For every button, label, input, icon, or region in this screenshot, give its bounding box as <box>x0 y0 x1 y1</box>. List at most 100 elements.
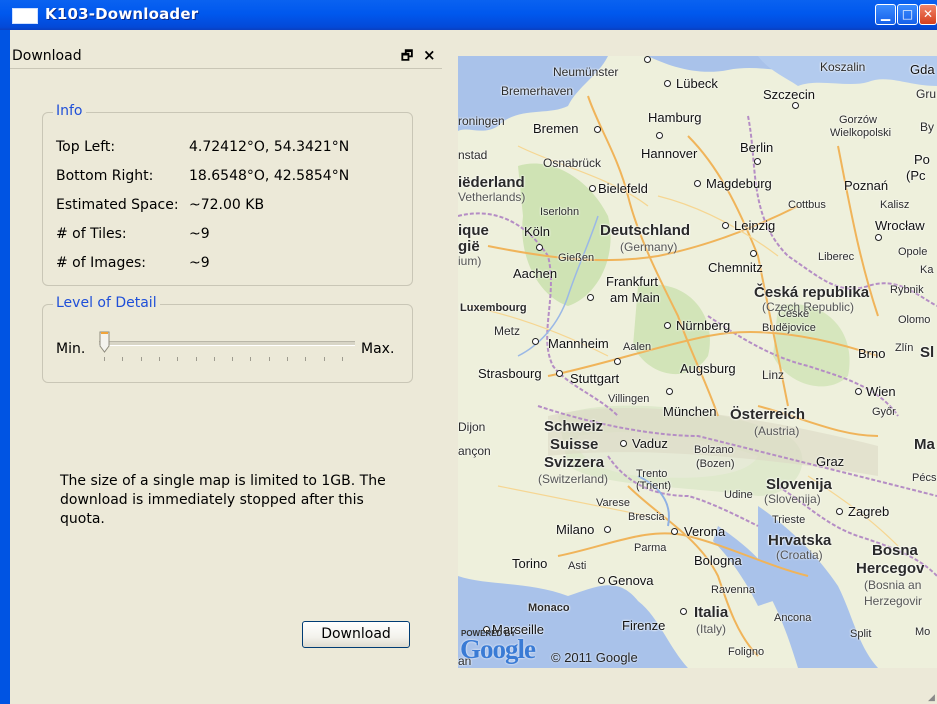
map-city: Szczecin <box>763 87 816 102</box>
map-city: Poznań <box>844 178 889 193</box>
country-label: Hrvatska <box>768 532 832 549</box>
map-label: gië <box>458 238 480 255</box>
map-city: (Pc <box>906 168 926 183</box>
map-city: Trento <box>636 468 668 480</box>
country-label: Česká republika <box>754 284 870 301</box>
estimated-space-value: ~72.00 KB <box>189 197 265 213</box>
map-city: Gießen <box>558 252 595 264</box>
city-marker <box>644 56 651 63</box>
detail-slider-track[interactable] <box>99 341 355 346</box>
country-label: Deutschland <box>600 222 691 239</box>
map-city: Vaduz <box>632 436 668 451</box>
map-city: Iserlohn <box>540 206 580 218</box>
city-marker <box>536 244 543 251</box>
slider-tick <box>232 357 234 361</box>
dock-title-bar[interactable]: Download 🗗 × <box>10 46 442 69</box>
top-left-label: Top Left: <box>56 139 116 155</box>
app-icon <box>12 8 38 24</box>
map-city: Monaco <box>528 602 570 614</box>
country-label: Luxembourg <box>460 302 527 314</box>
country-sub-label: (Bosnia an <box>864 578 922 592</box>
images-label: # of Images: <box>56 255 146 271</box>
map-city: Frankfurt <box>606 274 659 289</box>
map-label: Ma <box>914 436 935 453</box>
resize-grip-icon[interactable]: ◢ <box>928 693 937 703</box>
minimize-button[interactable]: ▁ <box>875 4 896 25</box>
title-bar[interactable]: K103-Downloader ▁ □ ✕ <box>0 0 937 30</box>
minimize-icon: ▁ <box>880 7 891 21</box>
map-city: Leipzig <box>734 218 776 233</box>
slider-tick <box>287 357 288 361</box>
country-label: iëderland <box>458 174 525 191</box>
country-label: Hercegov <box>856 560 925 577</box>
map-city: München <box>663 404 717 419</box>
slider-tick <box>341 357 343 361</box>
slider-tick <box>213 357 215 361</box>
map-attribution: © 2011 Google <box>551 650 638 665</box>
map-city: Magdeburg <box>706 176 772 191</box>
bottom-right-label: Bottom Right: <box>56 168 154 184</box>
map-city: Budějovice <box>762 322 816 334</box>
map-city: Bielefeld <box>598 181 648 196</box>
map-city: (Bozen) <box>696 458 735 470</box>
map-city: By <box>920 120 935 134</box>
map-label: ium) <box>458 254 482 268</box>
map-city: Linz <box>762 368 785 382</box>
level-of-detail-group: Level of Detail Min. Max. <box>42 295 413 383</box>
map-city: Aachen <box>513 266 558 281</box>
map-city: Torino <box>512 556 548 571</box>
map-city: Chemnitz <box>708 260 763 275</box>
map-city: Hannover <box>641 146 698 161</box>
map-city: Parma <box>634 542 667 554</box>
float-icon[interactable]: 🗗 <box>401 47 413 69</box>
info-legend: Info <box>53 103 86 119</box>
country-sub-label: (Switzerland) <box>538 472 609 486</box>
map-city: Nürnberg <box>676 318 731 333</box>
map-city: am Main <box>610 290 660 305</box>
map-view[interactable]: Neumünster Lübeck Koszalin Gda Bremerhav… <box>458 56 937 668</box>
map-city: Ancona <box>774 612 812 624</box>
dock-title: Download <box>12 48 82 64</box>
map-city: Milano <box>556 522 595 537</box>
slider-tick <box>122 357 124 361</box>
map-city: Asti <box>568 560 587 572</box>
map-city: Wien <box>866 384 896 399</box>
map-city: Bremerhaven <box>501 84 574 98</box>
maximize-button[interactable]: □ <box>897 4 918 25</box>
map-city: Hamburg <box>648 110 702 125</box>
country-label: Svizzera <box>544 454 605 471</box>
slider-tick <box>250 357 252 361</box>
main-window: K103-Downloader ▁ □ ✕ Download 🗗 × Info … <box>0 0 937 704</box>
download-button[interactable]: Download <box>302 621 410 648</box>
close-window-button[interactable]: ✕ <box>919 4 937 25</box>
google-logo: Google <box>460 634 536 664</box>
slider-max-label: Max. <box>361 341 395 357</box>
slider-tick <box>323 357 325 361</box>
country-label: Bosna <box>872 542 918 559</box>
map-city: Cottbus <box>788 199 826 211</box>
dock-close-icon[interactable]: × <box>423 46 436 64</box>
map-city: Osnabrück <box>543 156 602 170</box>
city-marker <box>694 180 701 187</box>
detail-slider-thumb[interactable] <box>99 331 110 353</box>
map-city: Bolzano <box>694 444 734 456</box>
map-city: Aalen <box>623 341 652 353</box>
estimated-space-label: Estimated Space: <box>56 197 179 213</box>
window-border <box>0 30 10 704</box>
country-label: Schweiz <box>544 418 604 435</box>
map-city: Villingen <box>608 393 650 405</box>
city-marker <box>604 526 611 533</box>
map-city: Köln <box>524 224 551 239</box>
map-city: Kalisz <box>880 199 910 211</box>
map-city: Olomo <box>898 314 931 326</box>
city-marker <box>722 222 729 229</box>
slider-tick <box>140 357 142 361</box>
country-sub-label: (Slovenija) <box>764 492 821 506</box>
map-city: Split <box>850 628 872 640</box>
map-city: Győr <box>872 406 896 418</box>
map-city: Udine <box>724 489 753 501</box>
country-sub-label: (Germany) <box>620 240 678 254</box>
city-marker <box>532 338 539 345</box>
city-marker <box>664 80 671 87</box>
map-city: roningen <box>458 114 505 128</box>
